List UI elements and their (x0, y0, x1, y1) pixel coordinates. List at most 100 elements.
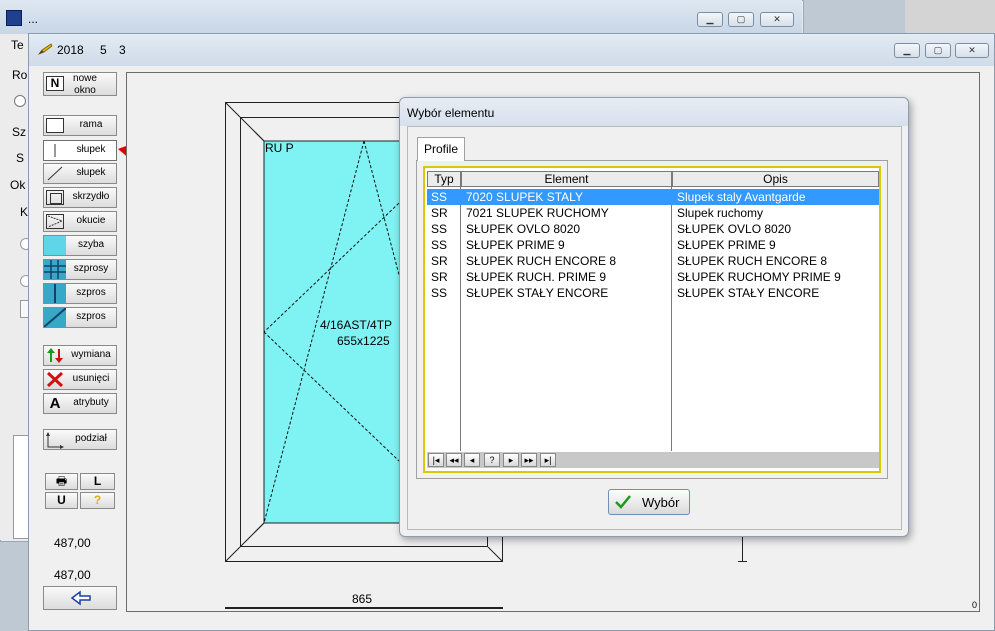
nav-search-button[interactable]: ? (484, 453, 500, 467)
table-row[interactable]: SR 7021 SLUPEK RUCHOMY Slupek ruchomy (427, 205, 879, 221)
cell-opis: Slupek staly Avantgarde (677, 190, 806, 204)
back-radio-1[interactable] (14, 95, 26, 107)
swap-arrows-icon (46, 348, 64, 363)
vertical-line-icon (46, 143, 64, 158)
arrow-left-icon (70, 590, 91, 606)
back-minimize-button[interactable]: ▁ (697, 12, 723, 27)
frame-label: rama (79, 119, 103, 130)
new-window-label: nowe okno (73, 73, 97, 96)
column-header-element[interactable]: Element (461, 171, 672, 187)
sash-label: skrzydło (72, 191, 110, 202)
value-2: 487,00 (54, 568, 91, 582)
replace-button[interactable]: wymiana (43, 345, 117, 366)
cell-opis: SŁUPEK PRIME 9 (677, 238, 776, 252)
glass-button[interactable]: szyba (43, 235, 117, 256)
back-window-titlebar (0, 0, 802, 34)
back-label-s: S (16, 151, 25, 165)
cell-typ: SR (431, 270, 448, 284)
sash-type-label: RU P (265, 141, 294, 155)
hardware-button[interactable]: okucie (43, 211, 117, 232)
nav-first-button[interactable]: |◂ (428, 453, 444, 467)
glazing-bar-1-label: szpros (76, 287, 106, 298)
back-label-te: Te (11, 38, 24, 52)
cell-element: SŁUPEK RUCH ENCORE 8 (466, 254, 617, 268)
frame-button[interactable]: rama (43, 115, 117, 136)
delete-x-icon (46, 371, 64, 388)
mullion-selected-button[interactable]: słupek (43, 140, 117, 161)
u-button[interactable]: U (45, 492, 78, 509)
cell-opis: SŁUPEK RUCHOMY PRIME 9 (677, 270, 841, 284)
value-1: 487,00 (54, 536, 91, 550)
back-window-title: ... (28, 12, 39, 26)
cell-typ: SS (431, 238, 448, 252)
main-minimize-button[interactable]: ▁ (894, 43, 920, 58)
split-button[interactable]: podział (43, 429, 117, 450)
back-label-ro: Ro (12, 68, 28, 82)
back-button[interactable] (43, 586, 117, 610)
back-maximize-button[interactable]: ▢ (728, 12, 754, 27)
main-maximize-button[interactable]: ▢ (925, 43, 951, 58)
cell-typ: SR (431, 254, 448, 268)
main-close-button[interactable]: ✕ (955, 43, 989, 58)
back-close-button[interactable]: ✕ (760, 12, 794, 27)
table-row[interactable]: SR SŁUPEK RUCH. PRIME 9 SŁUPEK RUCHOMY P… (427, 269, 879, 285)
sash-icon (46, 190, 64, 205)
pencil-icon (37, 43, 53, 55)
glazing-bar-diagonal-button[interactable]: szpros (43, 307, 117, 328)
attributes-label: atrybuty (73, 397, 109, 408)
l-button[interactable]: L (80, 473, 115, 490)
nav-next-page-button[interactable]: ▸▸ (521, 453, 537, 467)
nav-prev-page-button[interactable]: ◂◂ (446, 453, 462, 467)
sash-button[interactable]: skrzydło (43, 187, 117, 208)
diagonal-bar-icon (43, 307, 67, 328)
cell-typ: SS (431, 190, 448, 204)
column-header-opis[interactable]: Opis (672, 171, 879, 187)
tab-profile[interactable]: Profile (417, 137, 465, 161)
delete-label: usunięci (72, 373, 110, 384)
cell-element: 7021 SLUPEK RUCHOMY (466, 206, 609, 220)
help-button[interactable]: ? (80, 492, 115, 509)
nav-last-button[interactable]: ▸| (540, 453, 556, 467)
glass-label: szyba (77, 239, 105, 250)
table-row[interactable]: SS SŁUPEK STAŁY ENCORE SŁUPEK STAŁY ENCO… (427, 285, 879, 301)
back-label-sz: Sz (12, 125, 27, 139)
cell-opis: SŁUPEK OVLO 8020 (677, 222, 792, 236)
question-icon: ? (93, 493, 102, 507)
checkmark-icon (614, 494, 632, 513)
diagonal-line-icon (46, 166, 64, 181)
column-header-typ[interactable]: Typ (427, 171, 461, 187)
mullion-diagonal-button[interactable]: słupek (43, 163, 117, 184)
split-icon (46, 432, 64, 449)
delete-button[interactable]: usunięci (43, 369, 117, 390)
glazing-bar-vertical-button[interactable]: szpros (43, 283, 117, 304)
dimension-tick-end (738, 561, 747, 562)
split-label: podział (75, 433, 107, 444)
mullion-selected-label: słupek (76, 144, 106, 155)
print-button[interactable]: 🖶 (45, 473, 78, 490)
back-label-k: K (20, 205, 29, 219)
width-dimension-label: 865 (352, 592, 373, 606)
cell-opis: SŁUPEK STAŁY ENCORE (677, 286, 820, 300)
attributes-button[interactable]: A atrybuty (43, 393, 117, 414)
cell-opis: Slupek ruchomy (677, 206, 764, 220)
glass-size-label: 655x1225 (337, 334, 390, 348)
cell-element: SŁUPEK STAŁY ENCORE (466, 286, 609, 300)
cell-element: SŁUPEK RUCH. PRIME 9 (466, 270, 607, 284)
glazing-bars-button[interactable]: szprosy (43, 259, 117, 280)
nav-prev-button[interactable]: ◂ (464, 453, 480, 467)
frame-icon (46, 118, 64, 133)
cell-typ: SS (431, 222, 448, 236)
hardware-label: okucie (76, 215, 106, 226)
desktop-background (905, 0, 995, 35)
date-year: 2018 (57, 43, 84, 57)
select-button[interactable]: Wybór (608, 489, 690, 515)
table-row[interactable]: SS 7020 SLUPEK STALY Slupek staly Avantg… (427, 189, 879, 205)
table-row[interactable]: SR SŁUPEK RUCH ENCORE 8 SŁUPEK RUCH ENCO… (427, 253, 879, 269)
glazing-bars-label: szprosy (73, 263, 109, 274)
date-month: 5 (100, 43, 107, 57)
table-row[interactable]: SS SŁUPEK PRIME 9 SŁUPEK PRIME 9 (427, 237, 879, 253)
dimension-tick (742, 537, 743, 561)
nav-next-button[interactable]: ▸ (503, 453, 519, 467)
table-row[interactable]: SS SŁUPEK OVLO 8020 SŁUPEK OVLO 8020 (427, 221, 879, 237)
new-window-button[interactable]: N nowe okno (43, 72, 117, 96)
